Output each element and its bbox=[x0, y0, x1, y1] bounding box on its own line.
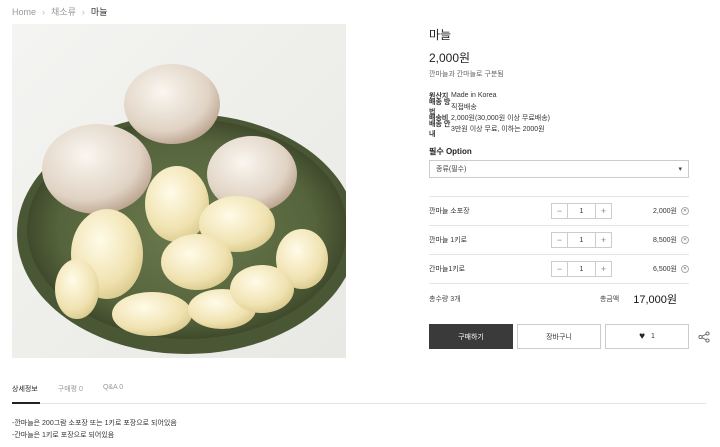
tab-active-indicator bbox=[12, 402, 40, 404]
minus-button[interactable]: − bbox=[552, 204, 567, 218]
meta-value: 2,000원(30,000원 이상 무료배송) bbox=[451, 114, 550, 122]
meta-value: 직접배송 bbox=[451, 103, 477, 111]
breadcrumb-current: 마늘 bbox=[90, 7, 108, 17]
option-item-name: 깐마늘 소포장 bbox=[429, 208, 470, 215]
option-item-row: 깐마늘 1키로 − 1 + 8,500원 ✕ bbox=[429, 225, 689, 254]
chevron-right-icon: › bbox=[81, 6, 85, 17]
option-item-price: 6,500원 bbox=[653, 266, 677, 273]
product-info: 마늘 2,000원 깐마늘과 간마늘로 구분됨 원산지 Made in Korea… bbox=[429, 24, 710, 349]
option-item-price: 8,500원 bbox=[653, 237, 677, 244]
quantity-stepper: − 1 + bbox=[551, 203, 612, 219]
plus-button[interactable]: + bbox=[596, 204, 611, 218]
option-item-name: 간마늘1키로 bbox=[429, 266, 466, 273]
option-item-price-group: 6,500원 ✕ bbox=[653, 264, 689, 274]
cart-button[interactable]: 장바구니 bbox=[517, 324, 601, 349]
plus-button[interactable]: + bbox=[596, 233, 611, 247]
meta-row: 배송 안내 3만원 이상 무료, 이하는 2000원 bbox=[429, 121, 550, 138]
meta-row: 배송 방법 직접배송 bbox=[429, 99, 550, 116]
product-meta: 원산지 Made in Korea 배송 방법 직접배송 배송비 2,000원(30,… bbox=[429, 90, 550, 138]
product-description: 깐마늘과 간마늘로 구분됨 bbox=[429, 71, 504, 78]
wishlist-button[interactable]: ♥ 1 bbox=[605, 324, 689, 349]
remove-icon[interactable]: ✕ bbox=[681, 207, 689, 215]
chevron-down-icon: ▾ bbox=[678, 166, 682, 173]
detail-line: -깐마늘은 200그람 소포장 또는 1키로 포장으로 되어있음 bbox=[12, 420, 177, 427]
chevron-right-icon: › bbox=[42, 6, 46, 17]
breadcrumb-home[interactable]: Home bbox=[12, 7, 36, 17]
remove-icon[interactable]: ✕ bbox=[681, 265, 689, 273]
option-item-price-group: 8,500원 ✕ bbox=[653, 235, 689, 245]
option-item-row: 깐마늘 소포장 − 1 + 2,000원 ✕ bbox=[429, 196, 689, 225]
product-title: 마늘 bbox=[429, 28, 452, 42]
option-select[interactable]: 종류(필수) ▾ bbox=[429, 160, 689, 178]
total-row: 총수량 3개 총금액 17,000원 bbox=[429, 283, 689, 313]
minus-button[interactable]: − bbox=[552, 233, 567, 247]
total-quantity: 총수량 3개 bbox=[429, 295, 461, 303]
share-icon[interactable] bbox=[698, 331, 710, 343]
total-amount-label: 총금액 bbox=[599, 295, 620, 303]
action-buttons: 구매하기 장바구니 ♥ 1 bbox=[429, 324, 689, 349]
detail-content: -깐마늘은 200그람 소포장 또는 1키로 포장으로 되어있음 -간마늘은 1… bbox=[12, 418, 177, 442]
meta-value: 3만원 이상 무료, 이하는 2000원 bbox=[451, 125, 545, 133]
minus-button[interactable]: − bbox=[552, 262, 567, 276]
wishlist-count: 1 bbox=[651, 333, 655, 340]
product-price: 2,000원 bbox=[429, 51, 471, 65]
product-image bbox=[12, 24, 346, 358]
tab-details[interactable]: 상세정보 bbox=[12, 384, 38, 394]
option-select-value: 종류(필수) bbox=[436, 166, 467, 173]
total-amount: 17,000원 bbox=[633, 293, 677, 306]
meta-key: 배송 안내 bbox=[429, 120, 451, 138]
remove-icon[interactable]: ✕ bbox=[681, 236, 689, 244]
breadcrumb: Home › 채소류 › 마늘 bbox=[12, 5, 107, 18]
plus-button[interactable]: + bbox=[596, 262, 611, 276]
option-item-name: 깐마늘 1키로 bbox=[429, 237, 468, 244]
detail-tabs: 상세정보 구매평 0 Q&A 0 bbox=[12, 384, 123, 394]
heart-icon: ♥ bbox=[639, 331, 646, 342]
quantity-input[interactable]: 1 bbox=[567, 204, 596, 218]
detail-line: -간마늘은 1키로 포장으로 되어있음 bbox=[12, 432, 115, 439]
tab-reviews[interactable]: 구매평 0 bbox=[58, 384, 83, 394]
breadcrumb-category[interactable]: 채소류 bbox=[51, 5, 76, 18]
quantity-stepper: − 1 + bbox=[551, 261, 612, 277]
buy-button[interactable]: 구매하기 bbox=[429, 324, 513, 349]
option-item-price: 2,000원 bbox=[653, 208, 677, 215]
quantity-stepper: − 1 + bbox=[551, 232, 612, 248]
tab-divider bbox=[12, 403, 706, 404]
quantity-input[interactable]: 1 bbox=[567, 233, 596, 247]
option-item-price-group: 2,000원 ✕ bbox=[653, 206, 689, 216]
tab-qna[interactable]: Q&A 0 bbox=[103, 384, 123, 394]
option-label: 필수 Option bbox=[429, 147, 472, 156]
quantity-input[interactable]: 1 bbox=[567, 262, 596, 276]
meta-value: Made in Korea bbox=[451, 92, 497, 99]
option-item-row: 간마늘1키로 − 1 + 6,500원 ✕ bbox=[429, 254, 689, 283]
garlic-bowl-illustration bbox=[17, 64, 346, 354]
